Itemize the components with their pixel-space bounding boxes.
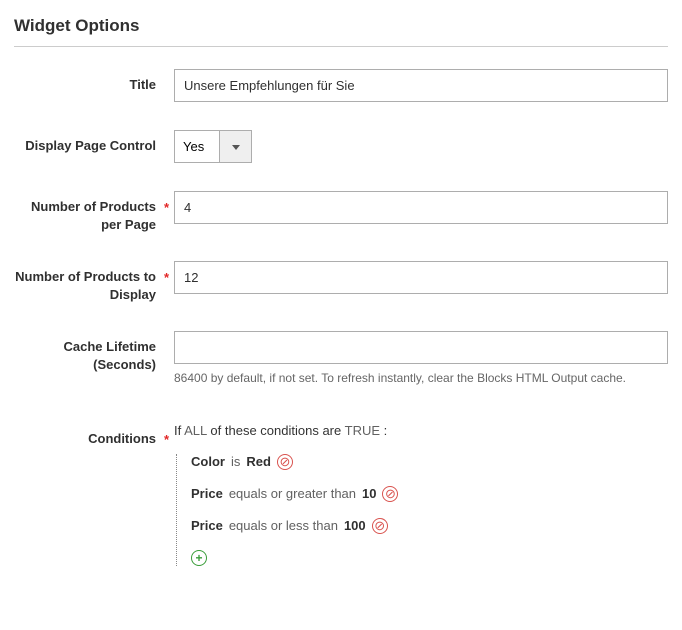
- dropdown-arrow-icon[interactable]: [219, 130, 252, 163]
- field-row-display-page-control: Display Page Control Yes No: [14, 130, 668, 163]
- condition-operator[interactable]: equals or less than: [229, 518, 338, 533]
- required-star: *: [164, 199, 169, 217]
- required-star: *: [164, 431, 169, 449]
- condition-rule: Color is Red: [191, 454, 668, 470]
- field-row-conditions: Conditions * If ALL of these conditions …: [14, 423, 668, 582]
- field-row-products-per-page: Number of Products per Page *: [14, 191, 668, 233]
- condition-attribute[interactable]: Price: [191, 486, 223, 501]
- label-conditions: Conditions *: [14, 423, 174, 448]
- cache-lifetime-input[interactable]: [174, 331, 668, 364]
- conditions-aggregator[interactable]: ALL: [184, 423, 207, 438]
- label-products-per-page: Number of Products per Page *: [14, 191, 174, 233]
- label-display-page-control: Display Page Control: [14, 130, 174, 155]
- remove-icon[interactable]: [277, 454, 293, 470]
- required-star: *: [164, 269, 169, 287]
- conditions-value[interactable]: TRUE: [345, 423, 380, 438]
- field-row-title: Title: [14, 69, 668, 102]
- condition-operator[interactable]: is: [231, 454, 240, 469]
- products-per-page-input[interactable]: [174, 191, 668, 224]
- display-page-control-select-wrap[interactable]: Yes No: [174, 130, 252, 163]
- field-row-cache-lifetime: Cache Lifetime (Seconds) 86400 by defaul…: [14, 331, 668, 387]
- title-input[interactable]: [174, 69, 668, 102]
- section-title: Widget Options: [14, 10, 668, 47]
- products-to-display-input[interactable]: [174, 261, 668, 294]
- remove-icon[interactable]: [382, 486, 398, 502]
- condition-value[interactable]: Red: [246, 454, 271, 469]
- condition-add-row: [191, 550, 668, 566]
- condition-rule: Price equals or greater than 10: [191, 486, 668, 502]
- display-page-control-select[interactable]: Yes No: [174, 130, 219, 163]
- label-title: Title: [14, 69, 174, 94]
- condition-value[interactable]: 10: [362, 486, 376, 501]
- condition-rule: Price equals or less than 100: [191, 518, 668, 534]
- conditions-root-line: If ALL of these conditions are TRUE :: [174, 423, 668, 438]
- condition-attribute[interactable]: Color: [191, 454, 225, 469]
- cache-lifetime-note: 86400 by default, if not set. To refresh…: [174, 370, 668, 387]
- label-products-to-display: Number of Products to Display *: [14, 261, 174, 303]
- add-icon[interactable]: [191, 550, 207, 566]
- condition-attribute[interactable]: Price: [191, 518, 223, 533]
- conditions-rules-block: Color is Red Price equals or greater tha…: [176, 454, 668, 566]
- condition-operator[interactable]: equals or greater than: [229, 486, 356, 501]
- remove-icon[interactable]: [372, 518, 388, 534]
- field-row-products-to-display: Number of Products to Display *: [14, 261, 668, 303]
- condition-value[interactable]: 100: [344, 518, 366, 533]
- label-cache-lifetime: Cache Lifetime (Seconds): [14, 331, 174, 373]
